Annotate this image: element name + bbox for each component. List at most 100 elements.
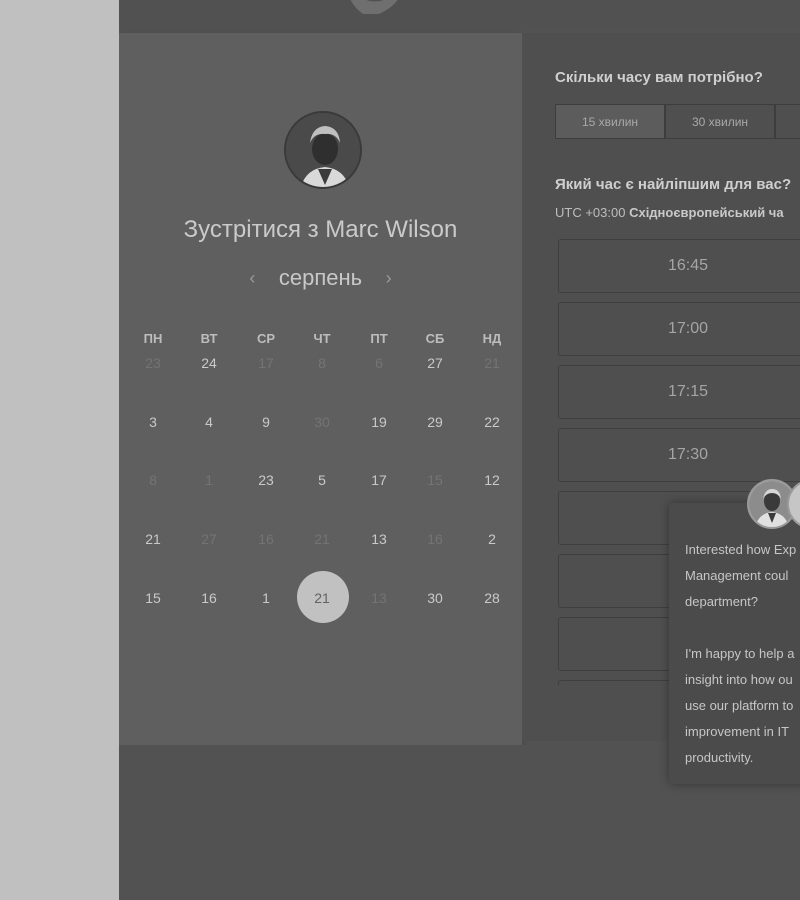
calendar-day: 30 xyxy=(294,410,350,434)
calendar-day[interactable]: 5 xyxy=(294,468,350,492)
calendar-day[interactable]: 12 xyxy=(464,468,520,492)
calendar-day: 17 xyxy=(238,351,294,375)
calendar-day[interactable]: 22 xyxy=(464,410,520,434)
calendar-day[interactable]: 27 xyxy=(407,351,463,375)
timezone-label[interactable]: UTC +03:00 Східноєвропейський ча xyxy=(555,205,784,220)
time-slot[interactable]: 17:15 xyxy=(558,365,800,419)
calendar-day-number: 21 xyxy=(314,590,330,606)
duration-option-more[interactable] xyxy=(775,104,800,139)
weekday-label: ПТ xyxy=(370,331,388,346)
calendar-day-number: 1 xyxy=(205,472,213,488)
calendar-day-number: 17 xyxy=(371,472,387,488)
calendar-day[interactable]: 29 xyxy=(407,410,463,434)
calendar-day-number: 28 xyxy=(484,590,500,606)
time-slot[interactable]: 17:30 xyxy=(558,428,800,482)
time-question: Який час є найліпшим для вас? xyxy=(555,176,792,193)
calendar-day-number: 30 xyxy=(314,414,330,430)
calendar-day-number: 30 xyxy=(427,590,443,606)
logo-wordmark xyxy=(469,0,619,6)
calendar-panel: Зустрітися з Marc Wilson ‹ серпень › ПН … xyxy=(119,33,522,745)
calendar-day-number: 27 xyxy=(201,531,217,547)
meeting-title: Зустрітися з Marc Wilson xyxy=(183,216,458,243)
calendar-day[interactable]: 3 xyxy=(125,410,181,434)
calendar-day-number: 9 xyxy=(262,414,270,430)
calendar-day-number: 16 xyxy=(258,531,274,547)
calendar-day-number: 21 xyxy=(484,355,500,371)
calendar-day-number: 23 xyxy=(258,472,274,488)
calendar-day-number: 22 xyxy=(484,414,500,430)
duration-tabs: 15 хвилин 30 хвилин xyxy=(555,104,800,139)
time-slot[interactable]: 16:45 xyxy=(558,239,800,293)
calendar-day: 27 xyxy=(181,527,237,551)
header-bar xyxy=(119,0,800,30)
weekday-label: ВТ xyxy=(200,331,218,346)
month-navigation: ‹ серпень › xyxy=(119,265,522,295)
calendar-day-number: 15 xyxy=(427,472,443,488)
timezone-offset: UTC +03:00 xyxy=(555,205,626,220)
duration-option-15[interactable]: 15 хвилин xyxy=(555,104,665,139)
calendar-day[interactable]: 13 xyxy=(351,527,407,551)
calendar-day-number: 15 xyxy=(145,590,161,606)
weekday-label: НД xyxy=(482,331,502,346)
calendar-day[interactable]: 9 xyxy=(238,410,294,434)
time-slot[interactable]: 17:00 xyxy=(558,302,800,356)
calendar-day-number: 8 xyxy=(149,472,157,488)
calendar-day[interactable]: 28 xyxy=(464,586,520,610)
calendar-day[interactable]: 15 xyxy=(125,586,181,610)
host-avatar xyxy=(284,111,362,189)
calendar-day: 21 xyxy=(294,527,350,551)
time-slot-label: 17:00 xyxy=(667,320,709,337)
calendar-day: 21 xyxy=(464,351,520,375)
calendar-day-number: 12 xyxy=(484,472,500,488)
month-label: серпень xyxy=(278,265,363,290)
calendar-day[interactable]: 4 xyxy=(181,410,237,434)
chat-popup[interactable]: Interested how Exp Management coul depar… xyxy=(669,503,800,784)
calendar-day-number: 16 xyxy=(427,531,443,547)
calendar-day-number: 5 xyxy=(318,472,326,488)
calendar-day[interactable]: 1 xyxy=(238,586,294,610)
calendar-day-number: 4 xyxy=(205,414,213,430)
weekday-label: СБ xyxy=(425,331,445,346)
calendar-day-number: 21 xyxy=(314,531,330,547)
weekday-label: ПН xyxy=(143,331,163,346)
calendar-day[interactable]: 19 xyxy=(351,410,407,434)
calendar-day-number: 21 xyxy=(145,531,161,547)
calendar-day[interactable]: 23 xyxy=(238,468,294,492)
calendar-day: 15 xyxy=(407,468,463,492)
time-slot-label: 17:30 xyxy=(667,446,709,463)
timezone-name: Східноєвропейський ча xyxy=(629,205,784,220)
chevron-right-icon[interactable]: › xyxy=(377,268,401,289)
calendar-day-number: 2 xyxy=(488,531,496,547)
calendar-day-number: 23 xyxy=(145,355,161,371)
calendar-day-number: 16 xyxy=(201,590,217,606)
calendar-day[interactable]: 2 xyxy=(464,527,520,551)
chevron-left-icon[interactable]: ‹ xyxy=(240,268,264,289)
calendar-day: 23 xyxy=(125,351,181,375)
calendar-day[interactable]: 30 xyxy=(407,586,463,610)
weekday-label: СР xyxy=(256,331,276,346)
chat-message: Interested how Exp Management coul depar… xyxy=(685,542,797,765)
time-slot-label: 17:15 xyxy=(667,383,709,400)
duration-option-30[interactable]: 30 хвилин xyxy=(665,104,775,139)
calendar-day-number: 13 xyxy=(371,531,387,547)
speech-bubble-logo-icon xyxy=(350,0,398,14)
calendar-day[interactable]: 21 xyxy=(125,527,181,551)
calendar-day: 6 xyxy=(351,351,407,375)
calendar-day-selected[interactable]: 21 xyxy=(294,571,350,623)
calendar-day-number: 27 xyxy=(427,355,443,371)
calendar-day: 1 xyxy=(181,468,237,492)
calendar-day-number: 19 xyxy=(371,414,387,430)
calendar-day[interactable]: 24 xyxy=(181,351,237,375)
calendar-day-number: 29 xyxy=(427,414,443,430)
time-slot-label: 16:45 xyxy=(667,257,709,274)
calendar-day: 13 xyxy=(351,586,407,610)
calendar-day-number: 13 xyxy=(371,590,387,606)
calendar-day-number: 6 xyxy=(375,355,383,371)
calendar-day: 8 xyxy=(294,351,350,375)
calendar-day: 16 xyxy=(407,527,463,551)
calendar-day: 16 xyxy=(238,527,294,551)
calendar-day-number: 24 xyxy=(201,355,217,371)
calendar-day[interactable]: 17 xyxy=(351,468,407,492)
calendar-day: 8 xyxy=(125,468,181,492)
calendar-day[interactable]: 16 xyxy=(181,586,237,610)
